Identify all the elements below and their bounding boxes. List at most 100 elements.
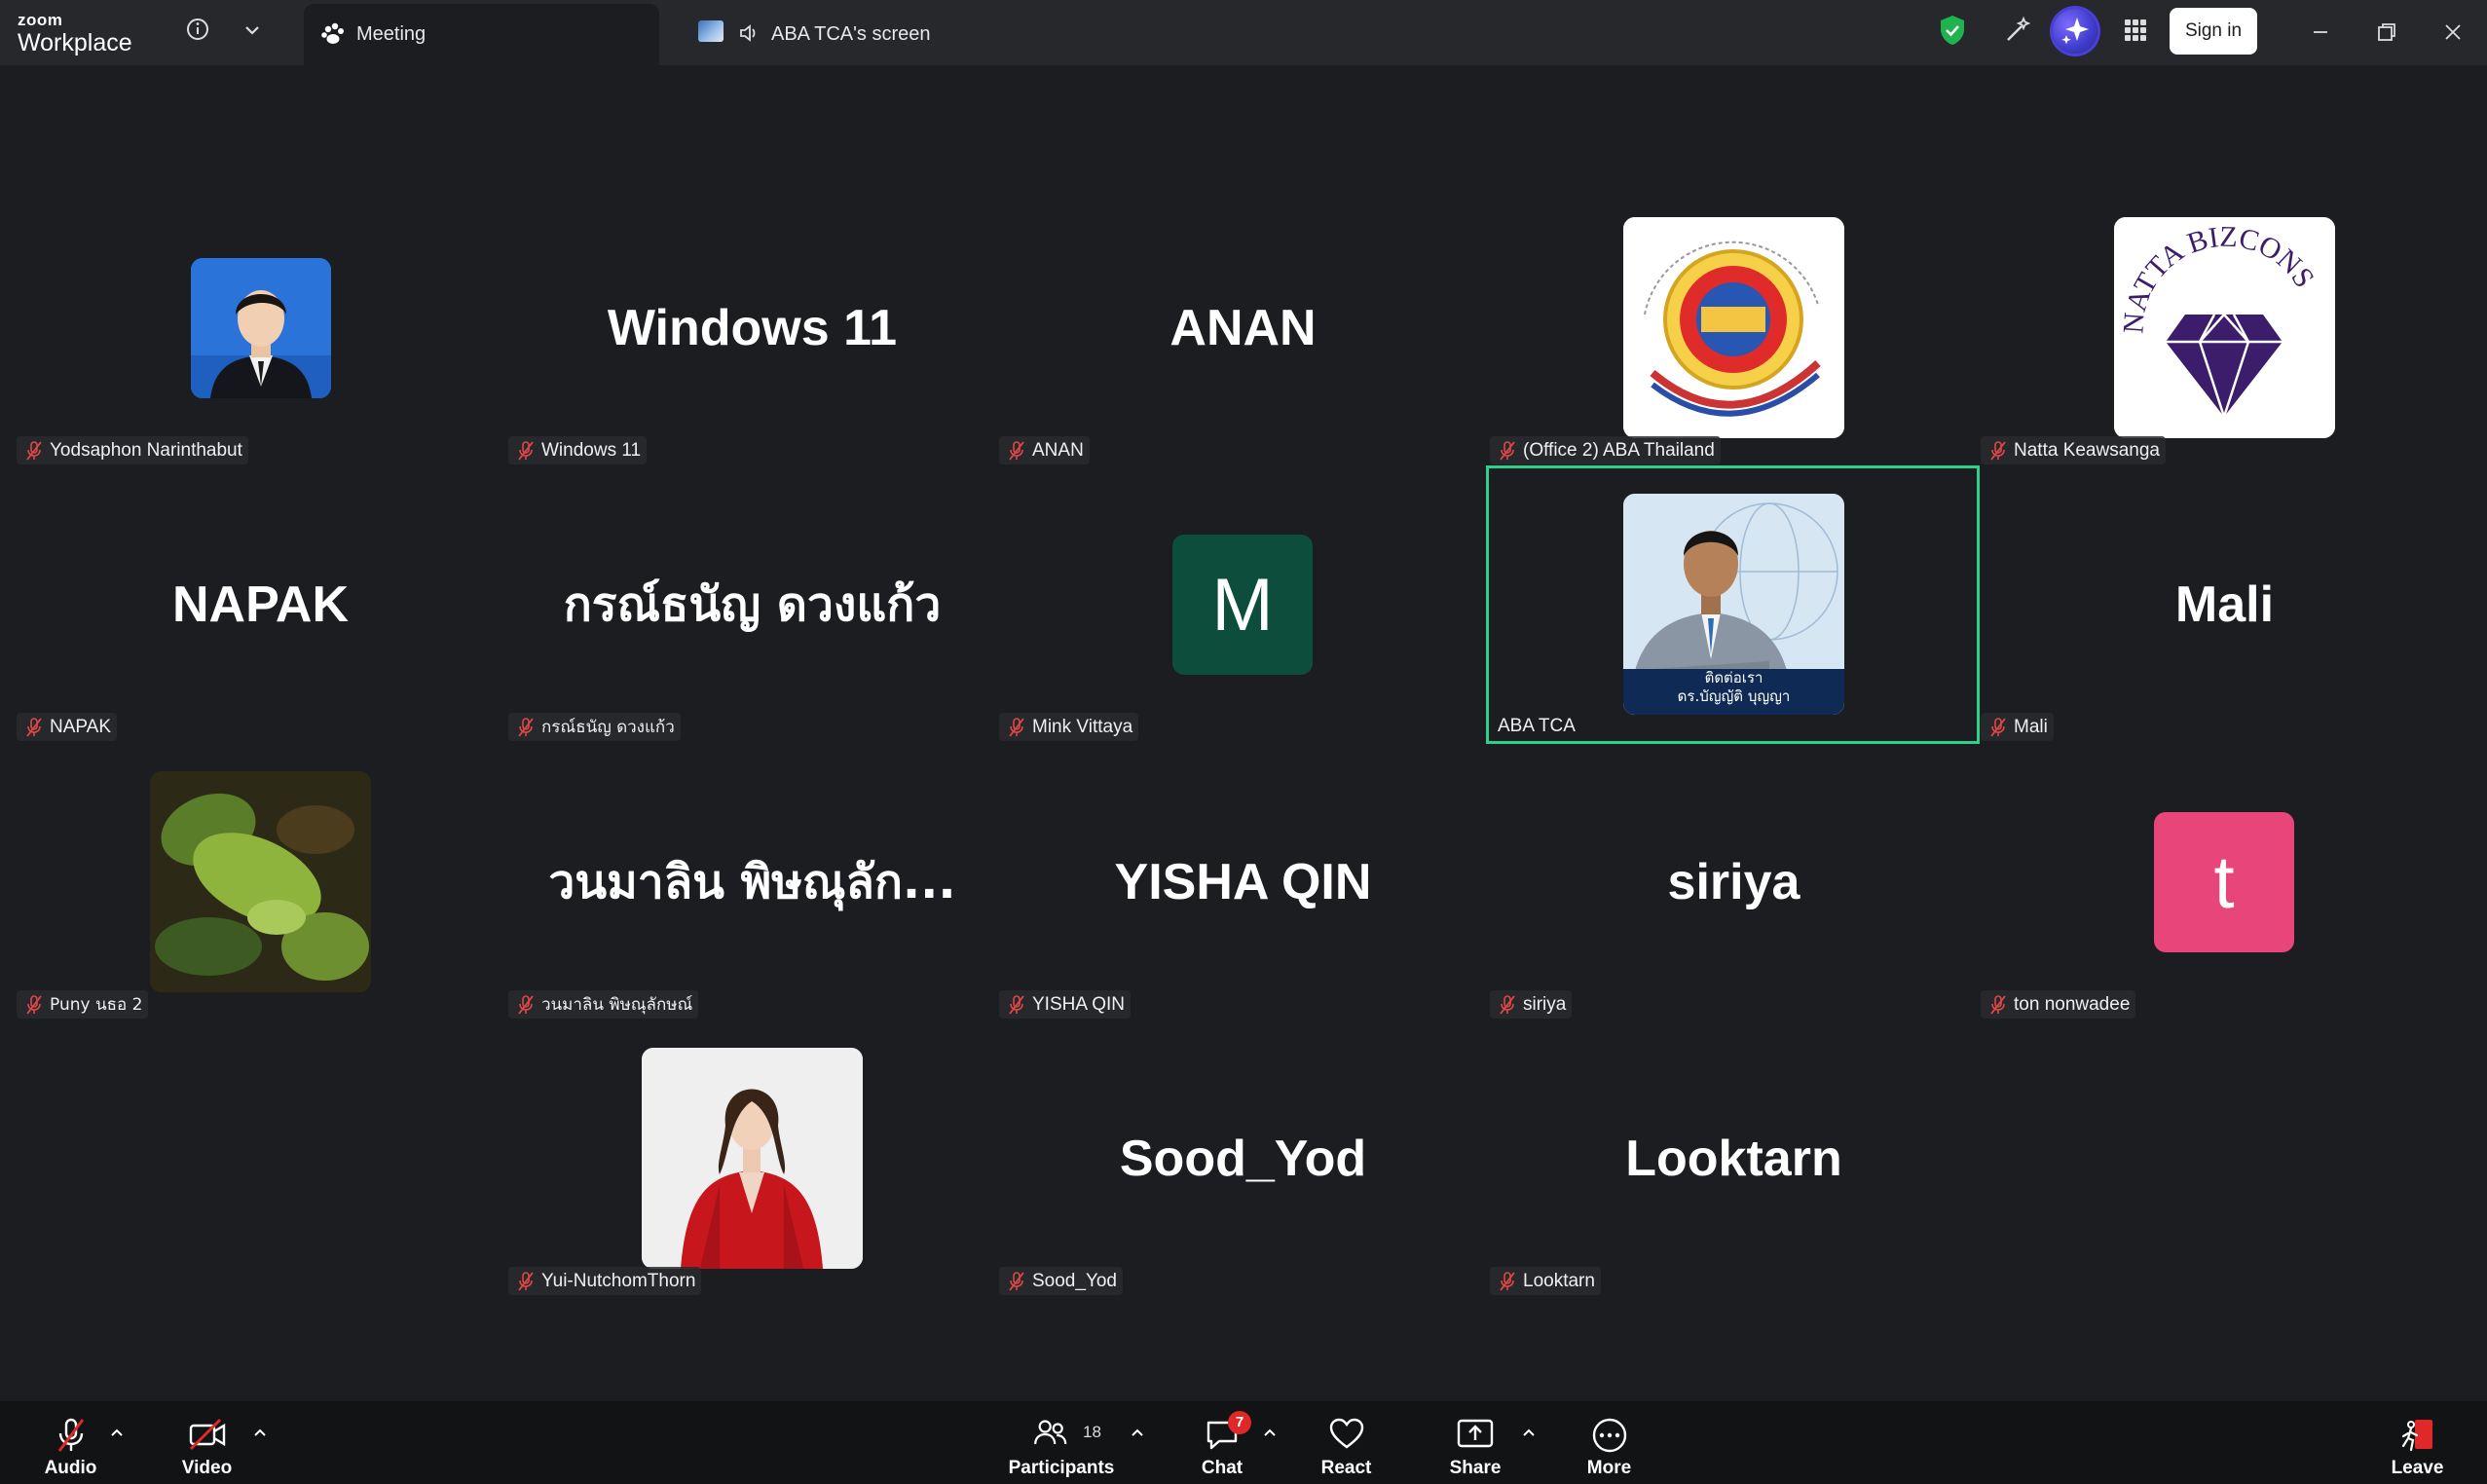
participant-tile[interactable]: NATTA BIZCONS Natta Keawsanga — [1979, 189, 2470, 466]
participant-display-name: ANAN — [1169, 299, 1317, 356]
participants-icon — [1034, 1420, 1067, 1445]
react-button[interactable]: React — [1305, 1401, 1388, 1484]
tab-meeting[interactable]: Meeting — [304, 4, 659, 65]
more-ellipsis-icon — [1592, 1418, 1626, 1453]
participant-name: Mali — [2014, 717, 2048, 737]
security-shield-icon[interactable] — [1938, 14, 1967, 47]
participant-tile[interactable]: กรณ์ธนัญ ดวงแก้ว กรณ์ธนัญ ดวงแก้ว — [506, 465, 998, 743]
video-button[interactable]: Video — [166, 1401, 248, 1484]
leave-label: Leave — [2391, 1458, 2444, 1478]
participant-name: กรณ์ธนัญ ดวงแก้ว — [541, 718, 675, 737]
participant-name-label: ton nonwadee — [1981, 990, 2136, 1019]
mic-muted-icon — [26, 995, 42, 1015]
participant-tile[interactable]: Looktarn Looktarn — [1488, 1020, 1980, 1297]
share-button[interactable]: Share — [1431, 1401, 1519, 1484]
participant-tile[interactable]: M Mink Vittaya — [997, 465, 1489, 743]
participant-display-name: Windows 11 — [607, 299, 898, 356]
screen-thumbnail — [698, 20, 724, 42]
participant-name: Mink Vittaya — [1032, 717, 1133, 737]
participant-tile[interactable]: Mali Mali — [1979, 465, 2470, 743]
chat-button[interactable]: 7 Chat — [1183, 1401, 1261, 1484]
heart-icon — [1329, 1418, 1363, 1449]
logo-zoom-text: zoom — [18, 11, 63, 29]
participants-button[interactable]: 18 Participants — [1003, 1401, 1120, 1484]
mic-muted-icon — [1500, 1272, 1515, 1291]
participant-tile[interactable]: Sood_Yod Sood_Yod — [997, 1020, 1489, 1297]
mic-muted-icon — [1990, 441, 2006, 461]
info-icon[interactable] — [183, 15, 212, 44]
participant-name: Sood_Yod — [1032, 1271, 1118, 1291]
share-screen-icon — [1457, 1419, 1494, 1448]
mic-muted-icon — [57, 1418, 84, 1452]
active-speaker-tile[interactable]: ติดต่อเรา ดร.บัญญัติ บุญญา ABA TCA — [1486, 465, 1980, 744]
ai-companion-button[interactable] — [2053, 9, 2097, 54]
letter-avatar: M — [1172, 535, 1313, 675]
participant-tile[interactable]: NAPAK NAPAK — [15, 465, 506, 743]
participant-name: Puny นธอ 2 — [50, 995, 143, 1015]
letter-avatar: t — [2154, 812, 2294, 952]
participant-tile[interactable]: siriya siriya — [1488, 743, 1980, 1020]
participant-tile[interactable]: Yodsaphon Narinthabut — [15, 189, 506, 466]
participant-name-label: Puny นธอ 2 — [17, 990, 149, 1019]
mic-muted-icon — [1009, 718, 1024, 737]
mic-muted-icon — [1990, 995, 2006, 1015]
participant-tile[interactable]: Yui-NutchomThorn — [506, 1020, 998, 1297]
audio-label: Audio — [44, 1458, 97, 1478]
participant-display-name: siriya — [1667, 853, 1800, 910]
leave-button[interactable]: Leave — [2376, 1401, 2459, 1484]
minimize-icon[interactable] — [2308, 19, 2333, 45]
participant-name: ton nonwadee — [2014, 994, 2131, 1015]
participant-tile[interactable]: YISHA QIN YISHA QIN — [997, 743, 1489, 1020]
audio-button[interactable]: Audio — [29, 1401, 112, 1484]
mic-muted-icon — [1990, 718, 2006, 737]
apps-grid-icon[interactable] — [2123, 18, 2148, 43]
mic-muted-icon — [518, 995, 534, 1015]
chat-options-caret-icon[interactable] — [1260, 1423, 1280, 1442]
title-bar: zoom Workplace Meeting ABA TCA's screen … — [0, 0, 2487, 65]
participant-tile[interactable]: ANAN ANAN — [997, 189, 1489, 466]
chevron-down-icon[interactable] — [240, 18, 265, 43]
tab-shared-screen[interactable]: ABA TCA's screen — [693, 4, 1044, 65]
participant-tile[interactable]: Puny นธอ 2 — [15, 743, 506, 1020]
participant-name-label: กรณ์ธนัญ ดวงแก้ว — [508, 713, 681, 741]
photo-avatar — [642, 1048, 863, 1269]
participants-label: Participants — [1008, 1458, 1115, 1478]
participant-name: Yui-NutchomThorn — [541, 1271, 696, 1291]
natta-bizcons-logo-image: NATTA BIZCONS — [2114, 217, 2335, 438]
participant-name: siriya — [1523, 994, 1567, 1015]
speaker-icon — [740, 24, 756, 42]
participant-name: YISHA QIN — [1032, 994, 1126, 1015]
more-label: More — [1586, 1458, 1632, 1478]
participant-tile[interactable]: วนมาลิน พิษณุลัก... วนมาลิน พิษณุลักษณ์ — [506, 743, 998, 1020]
restore-icon[interactable] — [2374, 19, 2399, 45]
sign-in-button[interactable]: Sign in — [2170, 8, 2257, 55]
meeting-controls-toolbar: Audio Video 18 Participants 7 Chat React… — [0, 1401, 2487, 1484]
participant-name-label: Yodsaphon Narinthabut — [17, 436, 248, 464]
mic-muted-icon — [518, 718, 534, 737]
participant-tile[interactable]: Windows 11 Windows 11 — [506, 189, 998, 466]
audio-options-caret-icon[interactable] — [107, 1423, 127, 1442]
participant-tile[interactable]: t ton nonwadee — [1979, 743, 2470, 1020]
close-icon[interactable] — [2440, 19, 2466, 45]
participant-name-label: Windows 11 — [508, 436, 648, 464]
participants-options-caret-icon[interactable] — [1128, 1423, 1147, 1442]
participant-tile[interactable]: (Office 2) ABA Thailand — [1488, 189, 1980, 466]
chat-unread-badge: 7 — [1228, 1411, 1251, 1434]
mic-muted-icon — [1009, 1272, 1024, 1291]
meeting-paw-icon — [321, 22, 344, 44]
participant-name: Looktarn — [1523, 1271, 1595, 1291]
video-options-caret-icon[interactable] — [250, 1423, 270, 1442]
more-button[interactable]: More — [1568, 1401, 1651, 1484]
participant-name-label: วนมาลิน พิษณุลักษณ์ — [508, 990, 699, 1019]
share-options-caret-icon[interactable] — [1519, 1423, 1539, 1442]
mic-muted-icon — [518, 1272, 534, 1291]
magic-wand-icon[interactable] — [2000, 14, 2033, 47]
leave-door-icon — [2401, 1420, 2432, 1452]
speaker-caption-line1: ติดต่อเรา — [1704, 669, 1763, 686]
mic-muted-icon — [1500, 441, 1515, 461]
video-off-icon — [189, 1418, 225, 1451]
logo-workplace-text: Workplace — [18, 29, 132, 56]
tab-shared-screen-label: ABA TCA's screen — [771, 23, 931, 45]
participant-photo-avatar — [191, 258, 331, 398]
participant-display-name: Looktarn — [1625, 1130, 1842, 1187]
